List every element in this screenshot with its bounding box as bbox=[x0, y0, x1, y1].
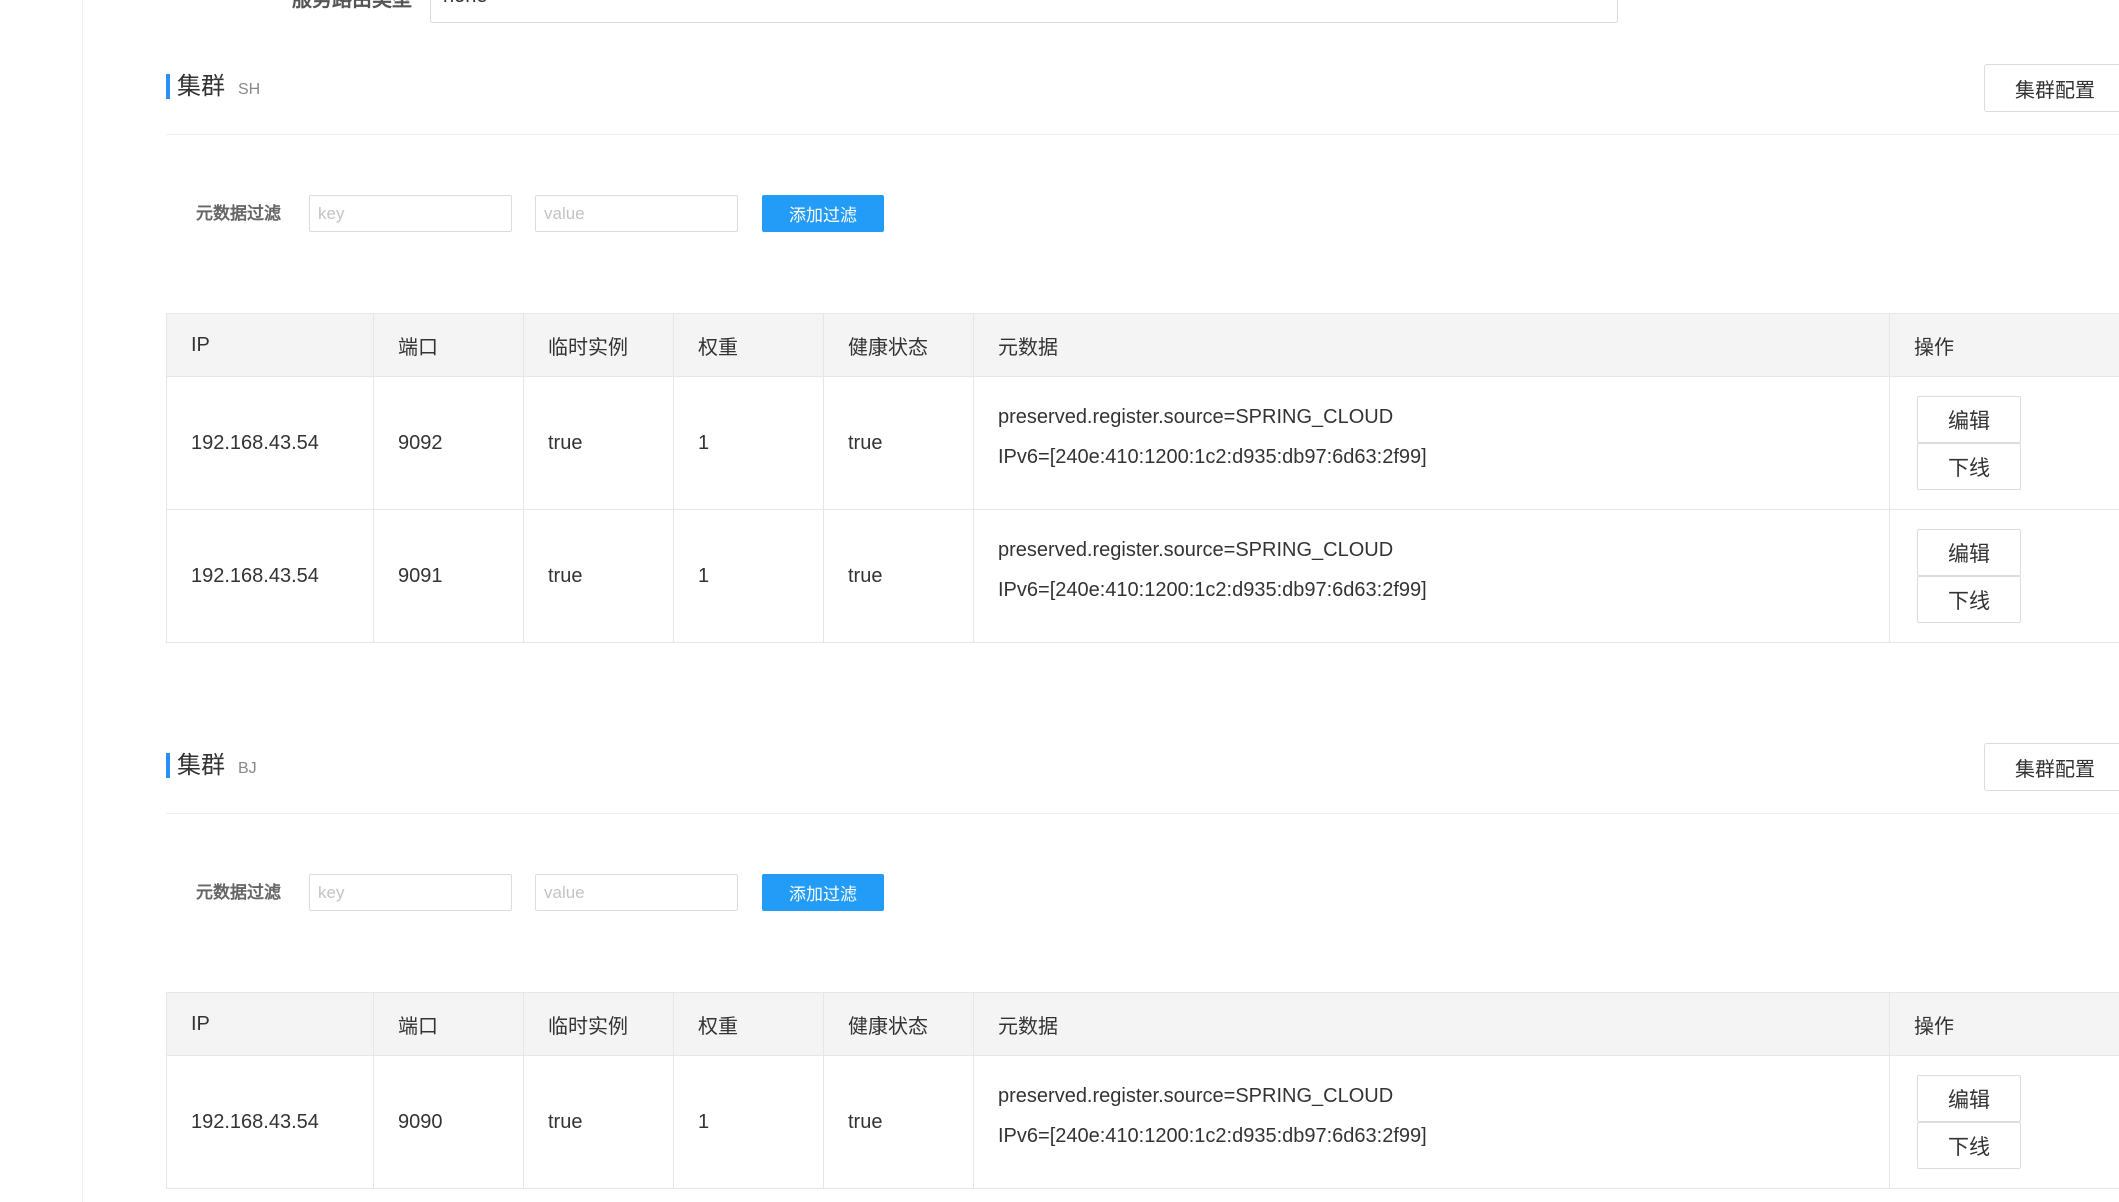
table-row: 192.168.43.54 9091 true 1 true preserved… bbox=[166, 509, 2119, 643]
column-header-ephemeral: 临时实例 bbox=[523, 992, 674, 1056]
column-header-healthy: 健康状态 bbox=[823, 313, 974, 377]
metadata-entry: preserved.register.source=SPRING_CLOUD bbox=[998, 406, 1394, 428]
cell-metadata: preserved.register.source=SPRING_CLOUD I… bbox=[973, 1055, 1890, 1189]
column-header-port: 端口 bbox=[373, 992, 524, 1056]
filter-key-input[interactable] bbox=[309, 195, 512, 232]
filter-value-input[interactable] bbox=[535, 195, 738, 232]
cell-healthy: true bbox=[823, 509, 974, 643]
offline-button[interactable]: 下线 bbox=[1917, 1122, 2021, 1169]
metadata-entry: preserved.register.source=SPRING_CLOUD bbox=[998, 539, 1394, 561]
table-header-row: IP 端口 临时实例 权重 健康状态 元数据 操作 bbox=[166, 313, 2119, 377]
cluster-section-bj: 集群配置 集群 BJ 元数据过滤 添加过滤 IP 端口 临时实例 权重 健康状态… bbox=[0, 743, 2119, 1202]
edit-button[interactable]: 编辑 bbox=[1917, 1075, 2021, 1122]
cluster-name: SH bbox=[238, 81, 261, 98]
cell-metadata: preserved.register.source=SPRING_CLOUD I… bbox=[973, 509, 1890, 643]
offline-button[interactable]: 下线 bbox=[1917, 576, 2021, 623]
section-title-accent bbox=[166, 753, 170, 778]
metadata-entry: preserved.register.source=SPRING_CLOUD bbox=[998, 1085, 1394, 1107]
cell-port: 9092 bbox=[373, 376, 524, 510]
metadata-filter-label: 元数据过滤 bbox=[196, 204, 281, 223]
cluster-name: BJ bbox=[238, 760, 257, 777]
metadata-entry: IPv6=[240e:410:1200:1c2:d935:db97:6d63:2… bbox=[998, 579, 1427, 601]
metadata-filter-label: 元数据过滤 bbox=[196, 883, 281, 902]
cell-actions: 编辑 下线 bbox=[1889, 509, 2119, 643]
cell-port: 9090 bbox=[373, 1055, 524, 1189]
column-header-ephemeral: 临时实例 bbox=[523, 313, 674, 377]
cell-metadata: preserved.register.source=SPRING_CLOUD I… bbox=[973, 376, 1890, 510]
filter-value-input[interactable] bbox=[535, 874, 738, 911]
cluster-section-sh: 集群配置 集群 SH 元数据过滤 添加过滤 IP 端口 临时实例 权重 健康状态… bbox=[0, 64, 2119, 643]
column-header-actions: 操作 bbox=[1889, 313, 2119, 377]
cell-ephemeral: true bbox=[523, 509, 674, 643]
column-header-weight: 权重 bbox=[673, 992, 824, 1056]
cell-healthy: true bbox=[823, 376, 974, 510]
column-header-actions: 操作 bbox=[1889, 992, 2119, 1056]
cluster-title: 集群 bbox=[177, 73, 225, 100]
cell-ip: 192.168.43.54 bbox=[166, 509, 374, 643]
cell-weight: 1 bbox=[673, 1055, 824, 1189]
route-type-field[interactable] bbox=[430, 0, 1618, 23]
edit-button[interactable]: 编辑 bbox=[1917, 529, 2021, 576]
column-header-ip: IP bbox=[166, 313, 374, 377]
section-title: 集群 BJ bbox=[177, 747, 257, 785]
cell-ephemeral: true bbox=[523, 1055, 674, 1189]
filter-key-input[interactable] bbox=[309, 874, 512, 911]
column-header-port: 端口 bbox=[373, 313, 524, 377]
cell-port: 9091 bbox=[373, 509, 524, 643]
cell-actions: 编辑 下线 bbox=[1889, 1055, 2119, 1189]
column-header-healthy: 健康状态 bbox=[823, 992, 974, 1056]
edit-button[interactable]: 编辑 bbox=[1917, 396, 2021, 443]
cluster-config-button[interactable]: 集群配置 bbox=[1984, 743, 2119, 791]
metadata-entry: IPv6=[240e:410:1200:1c2:d935:db97:6d63:2… bbox=[998, 446, 1427, 468]
column-header-metadata: 元数据 bbox=[973, 992, 1890, 1056]
column-header-ip: IP bbox=[166, 992, 374, 1056]
section-title: 集群 SH bbox=[177, 68, 260, 106]
cluster-config-button[interactable]: 集群配置 bbox=[1984, 64, 2119, 112]
table-row: 192.168.43.54 9090 true 1 true preserved… bbox=[166, 1055, 2119, 1189]
table-header-row: IP 端口 临时实例 权重 健康状态 元数据 操作 bbox=[166, 992, 2119, 1056]
cluster-title: 集群 bbox=[177, 752, 225, 779]
add-filter-button[interactable]: 添加过滤 bbox=[762, 874, 884, 911]
column-header-weight: 权重 bbox=[673, 313, 824, 377]
section-title-accent bbox=[166, 74, 170, 99]
cell-weight: 1 bbox=[673, 509, 824, 643]
section-divider bbox=[166, 813, 2119, 814]
add-filter-button[interactable]: 添加过滤 bbox=[762, 195, 884, 232]
instance-table: IP 端口 临时实例 权重 健康状态 元数据 操作 192.168.43.54 … bbox=[166, 313, 2119, 643]
cell-ip: 192.168.43.54 bbox=[166, 1055, 374, 1189]
cell-ip: 192.168.43.54 bbox=[166, 376, 374, 510]
column-header-metadata: 元数据 bbox=[973, 313, 1890, 377]
metadata-entry: IPv6=[240e:410:1200:1c2:d935:db97:6d63:2… bbox=[998, 1125, 1427, 1147]
section-divider bbox=[166, 134, 2119, 135]
cell-ephemeral: true bbox=[523, 376, 674, 510]
instance-table: IP 端口 临时实例 权重 健康状态 元数据 操作 192.168.43.54 … bbox=[166, 992, 2119, 1189]
cell-healthy: true bbox=[823, 1055, 974, 1189]
cell-actions: 编辑 下线 bbox=[1889, 376, 2119, 510]
route-type-label: 服务路由类型 bbox=[292, 0, 412, 11]
cell-weight: 1 bbox=[673, 376, 824, 510]
offline-button[interactable]: 下线 bbox=[1917, 443, 2021, 490]
table-row: 192.168.43.54 9092 true 1 true preserved… bbox=[166, 376, 2119, 510]
